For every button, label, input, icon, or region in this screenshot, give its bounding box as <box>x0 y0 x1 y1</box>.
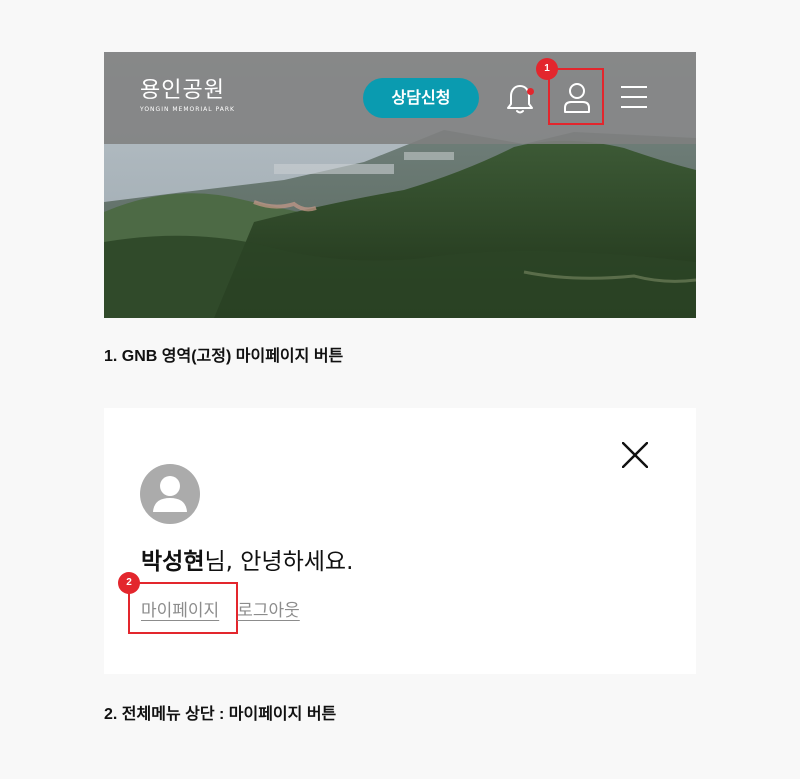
greeting-text: 박성현님, 안녕하세요. <box>141 542 353 576</box>
annotation-badge-1: 1 <box>536 58 558 80</box>
hamburger-menu-icon[interactable] <box>621 86 647 110</box>
annotation-badge-2: 2 <box>118 572 140 594</box>
close-button[interactable] <box>621 441 649 469</box>
mypage-link[interactable]: 마이페이지 <box>141 601 219 621</box>
avatar <box>140 464 200 524</box>
avatar-icon <box>140 464 200 524</box>
logo-subtitle: YONGIN MEMORIAL PARK <box>140 106 235 113</box>
greeting-suffix: 님, 안녕하세요. <box>204 549 354 575</box>
gnb-bar: 용인공원 YONGIN MEMORIAL PARK 상담신청 <box>104 52 696 144</box>
user-icon <box>564 83 590 113</box>
close-icon <box>621 441 649 469</box>
notification-button[interactable] <box>504 82 536 116</box>
account-links: 마이페이지 로그아웃 <box>141 596 300 621</box>
hamburger-line <box>621 96 647 98</box>
mypage-button[interactable] <box>563 82 591 114</box>
caption-gnb-mypage: 1. GNB 영역(고정) 마이페이지 버튼 <box>104 348 344 365</box>
full-menu-panel: 박성현님, 안녕하세요. 마이페이지 로그아웃 <box>104 408 696 674</box>
logo-text: 용인공원 <box>140 78 225 103</box>
hero-banner: 용인공원 YONGIN MEMORIAL PARK 상담신청 <box>104 52 696 318</box>
caption-menu-mypage: 2. 전체메뉴 상단 : 마이페이지 버튼 <box>104 706 337 723</box>
hamburger-line <box>621 86 647 88</box>
hamburger-line <box>621 106 647 108</box>
logo[interactable]: 용인공원 YONGIN MEMORIAL PARK <box>140 78 235 114</box>
consult-request-button[interactable]: 상담신청 <box>363 78 479 118</box>
user-name: 박성현 <box>141 549 205 575</box>
logout-link[interactable]: 로그아웃 <box>237 601 300 621</box>
notification-dot <box>527 88 534 95</box>
